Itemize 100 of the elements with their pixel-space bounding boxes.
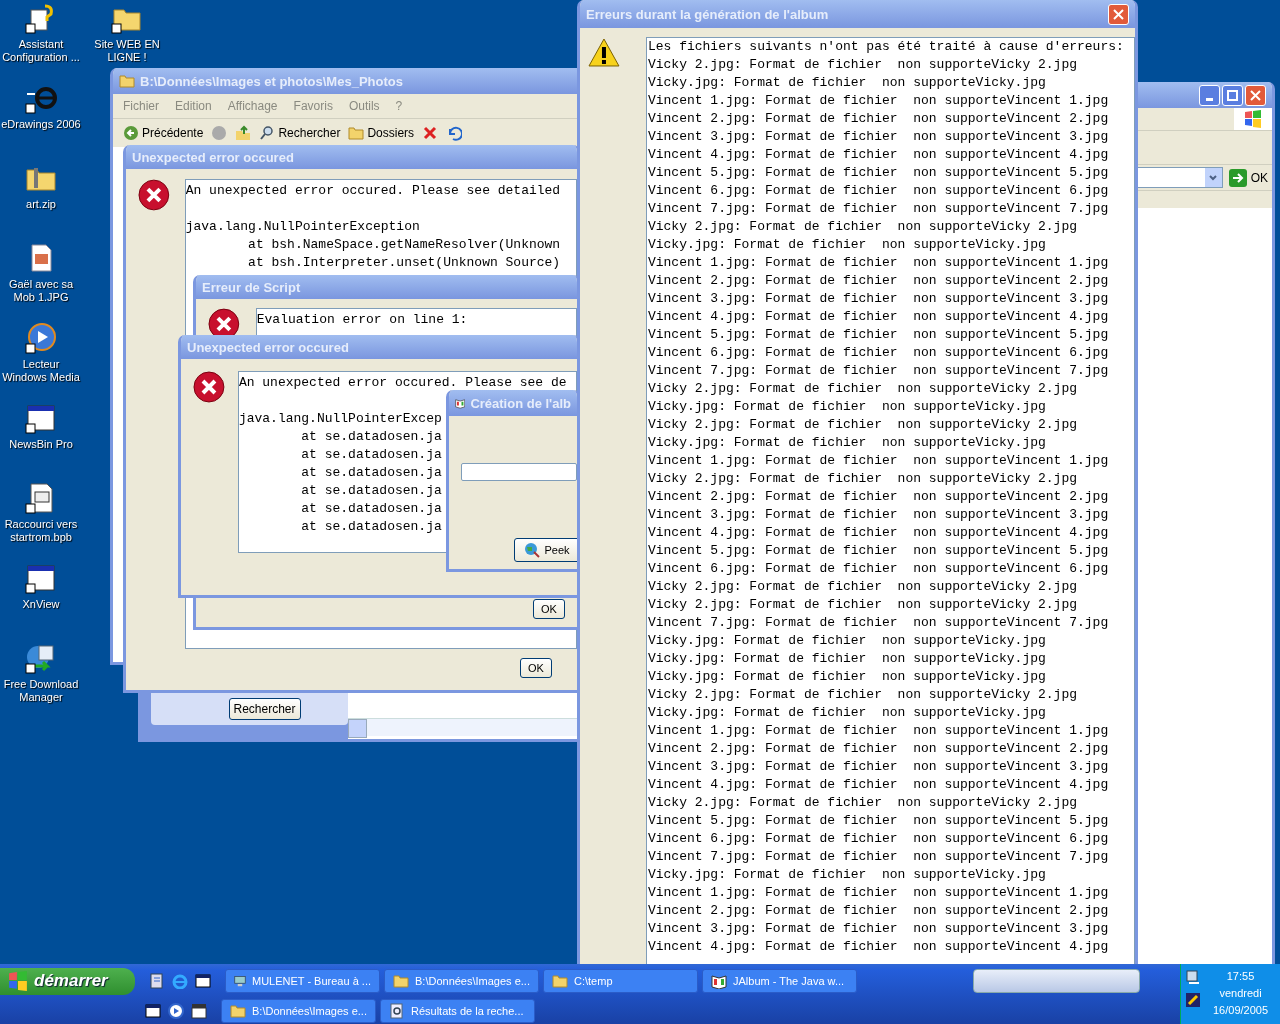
address-field[interactable]	[1136, 167, 1223, 188]
taskbar-button[interactable]: Résultats de la reche...	[380, 999, 535, 1023]
desktop-icon-label[interactable]: Assistant Configuration ...	[0, 38, 82, 64]
minimize-icon	[1206, 97, 1213, 101]
text-line: Vincent 7.jpg: Format de fichier non supporteVincent 7.jpg	[647, 614, 1109, 632]
search-document-icon	[389, 1003, 405, 1019]
text-line: Vicky.jpg: Format de fichier non supporteVicky.jpg	[647, 434, 1046, 452]
text-line: Vicky.jpg: Format de fichier non supporteVicky.jpg	[647, 650, 1046, 668]
search-icon	[259, 125, 276, 141]
input-field[interactable]	[461, 463, 577, 481]
taskbar-button[interactable]: B:\Données\Images e...	[221, 999, 376, 1023]
window-icon	[25, 562, 57, 594]
dialog-title: Unexpected error occured	[132, 149, 294, 165]
text-line: at bsh.NameSpace.getNameResolver(Unknown	[247, 236, 561, 254]
text-line: Vincent 6.jpg: Format de fichier non supporteVincent 6.jpg	[647, 182, 1109, 200]
text-line: Vincent 6.jpg: Format de fichier non supporteVincent 6.jpg	[647, 830, 1109, 848]
close-icon	[1250, 89, 1261, 101]
desktop-icon-label[interactable]: art.zip	[25, 198, 57, 211]
text-line: Vincent 2.jpg: Format de fichier non supporteVincent 2.jpg	[647, 110, 1109, 128]
desktop-icon-label[interactable]: XnView	[21, 598, 61, 611]
text-line: Vincent 4.jpg: Format de fichier non supporteVincent 4.jpg	[647, 938, 1109, 956]
pen-icon[interactable]	[1185, 992, 1201, 1008]
page-edit-icon[interactable]	[149, 973, 165, 989]
scrollbar[interactable]	[348, 718, 577, 736]
clock-date: 16/09/2005	[1212, 1003, 1269, 1018]
text-line: Vincent 4.jpg: Format de fichier non supporteVincent 4.jpg	[647, 146, 1109, 164]
folders-button[interactable]: Dossiers	[348, 125, 415, 141]
delete-icon[interactable]	[422, 125, 439, 141]
minimize-button[interactable]	[1199, 84, 1220, 106]
ok-button[interactable]: OK	[533, 599, 565, 619]
close-button[interactable]	[1245, 84, 1266, 106]
desktop-icon-label[interactable]: Site WEB EN LIGNE !	[86, 38, 168, 64]
go-button[interactable]: OK	[1228, 168, 1268, 187]
window-icon[interactable]	[145, 1003, 161, 1019]
text-line: Vincent 3.jpg: Format de fichier non supporteVincent 3.jpg	[647, 758, 1109, 776]
maximize-icon	[1227, 89, 1238, 101]
taskbar-button[interactable]: C:\temp	[543, 969, 698, 993]
text-line: Vincent 6.jpg: Format de fichier non supporteVincent 6.jpg	[647, 344, 1109, 362]
text-line: Vicky.jpg: Format de fichier non supporteVicky.jpg	[647, 668, 1046, 686]
search-button[interactable]: Rechercher	[228, 698, 301, 720]
text-line: java.lang.NullPointerExcep	[238, 410, 442, 428]
maximize-button[interactable]	[1222, 84, 1243, 106]
back-button[interactable]: Précédente	[123, 125, 204, 141]
dialog-title: Unexpected error occured	[187, 339, 349, 355]
text-line: at se.datadosen.ja	[300, 518, 442, 536]
peek-button[interactable]: Peek	[514, 538, 577, 562]
error-icon	[193, 371, 225, 403]
search-button[interactable]: Rechercher	[259, 125, 341, 141]
text-line: Vincent 3.jpg: Format de fichier non supporteVincent 3.jpg	[647, 506, 1109, 524]
text-line: Vincent 2.jpg: Format de fichier non supporteVincent 2.jpg	[647, 902, 1109, 920]
desktop-icon-label[interactable]: Free Download Manager	[0, 678, 82, 704]
clapperboard-icon[interactable]	[191, 1003, 207, 1019]
undo-icon[interactable]	[446, 125, 463, 141]
text-line: Vincent 5.jpg: Format de fichier non supporteVincent 5.jpg	[647, 812, 1109, 830]
text-line: Les fichiers suivants n'ont pas été traité à cause d'erreurs:	[647, 38, 1124, 56]
up-folder-icon[interactable]	[235, 125, 252, 141]
text-line: at se.datadosen.ja	[300, 428, 442, 446]
text-line: Vincent 4.jpg: Format de fichier non supporteVincent 4.jpg	[647, 308, 1109, 326]
windows-logo-icon	[1244, 110, 1262, 128]
desktop-icon-label[interactable]: Gaël avec sa Mob 1.JPG	[0, 278, 82, 304]
text-line: Vicky.jpg: Format de fichier non supporteVicky.jpg	[647, 398, 1046, 416]
text-line: Vincent 1.jpg: Format de fichier non supporteVincent 1.jpg	[647, 722, 1109, 740]
text-line: Vincent 3.jpg: Format de fichier non supporteVincent 3.jpg	[647, 920, 1109, 938]
folder-icon	[552, 973, 568, 989]
text-line: Vicky 2.jpg: Format de fichier non supporteVicky 2.jpg	[647, 596, 1077, 614]
text-line: Vincent 1.jpg: Format de fichier non supporteVincent 1.jpg	[647, 92, 1109, 110]
taskbar-button[interactable]: MULENET - Bureau à ...	[225, 969, 380, 993]
play-icon[interactable]	[168, 1003, 184, 1019]
close-button[interactable]	[1108, 3, 1129, 25]
text-line: Vincent 2.jpg: Format de fichier non supporteVincent 2.jpg	[647, 740, 1109, 758]
text-line: Vicky.jpg: Format de fichier non supporteVicky.jpg	[647, 704, 1046, 722]
text-line: Vicky 2.jpg: Format de fichier non supporteVicky 2.jpg	[647, 686, 1077, 704]
text-line: Vicky.jpg: Format de fichier non supporteVicky.jpg	[647, 632, 1046, 650]
text-line: Vicky.jpg: Format de fichier non supporteVicky.jpg	[647, 866, 1046, 884]
desktop-icon-label[interactable]: Lecteur Windows Media	[0, 358, 82, 384]
text-line: Vincent 2.jpg: Format de fichier non supporteVincent 2.jpg	[647, 272, 1109, 290]
window-icon	[25, 402, 57, 434]
text-line: Vincent 7.jpg: Format de fichier non supporteVincent 7.jpg	[647, 200, 1109, 218]
text-line: Vicky 2.jpg: Format de fichier non supporteVicky 2.jpg	[647, 470, 1077, 488]
text-line: at se.datadosen.ja	[300, 482, 442, 500]
text-line: at se.datadosen.ja	[300, 446, 442, 464]
folder-icon	[119, 73, 135, 89]
desktop-icon-label[interactable]: eDrawings 2006	[0, 118, 82, 131]
ok-button[interactable]: OK	[520, 658, 552, 678]
text-line: Vincent 7.jpg: Format de fichier non supporteVincent 7.jpg	[647, 362, 1109, 380]
media-player-toolbar[interactable]	[973, 969, 1140, 993]
desktop-icon-label[interactable]: Raccourci vers startrom.bpb	[0, 518, 82, 544]
dialog-title: Création de l'alb	[470, 395, 571, 411]
window-icon[interactable]	[195, 973, 211, 989]
text-line: Vincent 2.jpg: Format de fichier non supporteVincent 2.jpg	[647, 488, 1109, 506]
window-title: B:\Données\Images et photos\Mes_Photos	[140, 73, 403, 89]
text-line: Vincent 1.jpg: Format de fichier non supporteVincent 1.jpg	[647, 254, 1109, 272]
book-icon	[711, 973, 727, 989]
text-line: An unexpected error occured. Please see de	[238, 374, 567, 392]
text-line: at bsh.Interpreter.unset(Unknown Source)	[247, 254, 561, 272]
taskbar-button[interactable]: B:\Données\Images e...	[384, 969, 539, 993]
taskbar-button[interactable]: JAlbum - The Java w...	[702, 969, 857, 993]
desktop-icon-label[interactable]: NewsBin Pro	[8, 438, 74, 451]
windows-logo-icon	[8, 971, 28, 991]
text-line: Vincent 3.jpg: Format de fichier non supporteVincent 3.jpg	[647, 128, 1109, 146]
